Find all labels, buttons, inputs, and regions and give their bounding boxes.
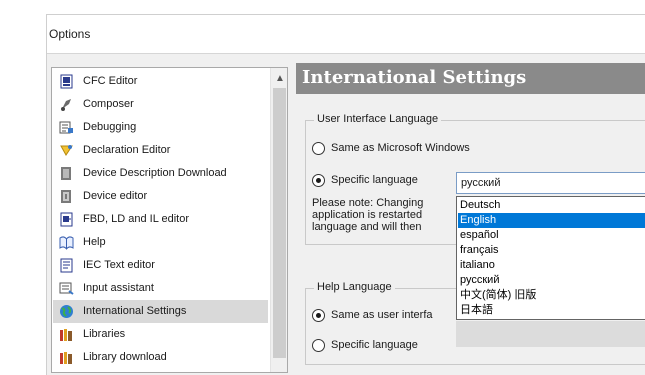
note-line: application is restarted	[312, 209, 423, 221]
category-item-help[interactable]: Help	[53, 231, 268, 254]
category-item-international-settings[interactable]: International Settings	[53, 300, 268, 323]
fbd-ld-il-icon	[60, 212, 73, 227]
language-option[interactable]: 中文(简体) 旧版	[458, 288, 645, 303]
help-language-select[interactable]	[456, 321, 645, 347]
chevron-up-icon[interactable]: ▲	[275, 73, 285, 84]
category-label: Library download	[83, 351, 167, 363]
group-title: User Interface Language	[314, 113, 442, 125]
language-note: Please note: Changing application is res…	[312, 197, 462, 233]
category-item-iec-text-editor[interactable]: IEC Text editor	[53, 254, 268, 277]
category-item-fbd-ld-il-editor[interactable]: FBD, LD and IL editor	[53, 208, 268, 231]
library-download-icon	[60, 352, 72, 364]
language-option[interactable]: français	[458, 243, 645, 258]
category-label: Input assistant	[83, 282, 154, 294]
iec-text-editor-icon	[60, 258, 73, 273]
category-label: Device editor	[83, 190, 148, 202]
category-label: Device Description Download	[83, 167, 227, 179]
category-label: Debugging	[83, 121, 137, 133]
language-option-highlighted[interactable]: English	[458, 213, 645, 228]
device-description-icon	[61, 167, 71, 180]
globe-icon	[60, 305, 73, 318]
category-item-device-description-download[interactable]: Device Description Download	[53, 162, 268, 185]
language-option[interactable]: español	[458, 228, 645, 243]
title-bar: Options	[47, 15, 645, 52]
note-line: language and will then	[312, 221, 422, 233]
libraries-icon	[60, 329, 72, 341]
category-item-device-editor[interactable]: Device editor	[53, 185, 268, 208]
category-list[interactable]: CFC Editor Composer Debugging Declaratio…	[51, 67, 288, 373]
category-item-library-download[interactable]: Library download	[53, 346, 268, 369]
category-label: CFC Editor	[83, 75, 138, 87]
category-label: Libraries	[83, 328, 126, 340]
radio-indicator	[312, 142, 325, 155]
options-dialog: Options CFC Editor Composer Debugging De…	[46, 14, 645, 375]
language-option[interactable]: italiano	[458, 258, 645, 273]
declaration-editor-icon	[60, 145, 73, 156]
group-title: Help Language	[314, 281, 395, 293]
selected-language: русский	[461, 177, 501, 189]
category-item-cfc-editor[interactable]: CFC Editor	[53, 70, 268, 93]
cfc-editor-icon	[60, 74, 73, 89]
note-line: Please note: Changing	[312, 197, 424, 209]
category-item-debugging[interactable]: Debugging	[53, 116, 268, 139]
category-item-declaration-editor[interactable]: Declaration Editor	[53, 139, 268, 162]
device-editor-icon	[61, 190, 71, 203]
category-label: Declaration Editor	[83, 144, 171, 156]
language-option[interactable]: 日本語	[458, 303, 645, 318]
category-label: International Settings	[83, 305, 187, 317]
panel-header: International Settings	[296, 63, 645, 94]
language-option[interactable]: русский	[458, 273, 645, 288]
category-label: FBD, LD and IL editor	[83, 213, 189, 225]
debugging-icon	[59, 121, 73, 134]
category-item-composer[interactable]: Composer	[53, 93, 268, 116]
category-item-input-assistant[interactable]: Input assistant	[53, 277, 268, 300]
radio-indicator	[312, 309, 325, 322]
language-option[interactable]: Deutsch	[458, 198, 645, 213]
category-item-libraries[interactable]: Libraries	[53, 323, 268, 346]
window-title: Options	[49, 27, 91, 41]
radio-label: Same as user interfa	[331, 309, 433, 321]
category-label: Composer	[83, 98, 134, 110]
input-assistant-icon	[59, 282, 74, 295]
scrollbar-thumb[interactable]	[273, 88, 286, 358]
radio-label: Specific language	[331, 339, 418, 351]
category-label: IEC Text editor	[83, 259, 155, 271]
language-dropdown-list[interactable]: Deutsch English español français italian…	[456, 196, 645, 320]
help-icon	[59, 236, 74, 250]
category-label: Help	[83, 236, 106, 248]
ui-language-select[interactable]: русский	[456, 172, 645, 194]
radio-indicator	[312, 174, 325, 187]
panel-title: International Settings	[302, 67, 527, 88]
category-scrollbar[interactable]: ▲	[270, 68, 287, 372]
radio-label: Specific language	[331, 174, 418, 186]
radio-indicator	[312, 339, 325, 352]
composer-icon	[61, 99, 71, 111]
radio-label: Same as Microsoft Windows	[331, 142, 470, 154]
